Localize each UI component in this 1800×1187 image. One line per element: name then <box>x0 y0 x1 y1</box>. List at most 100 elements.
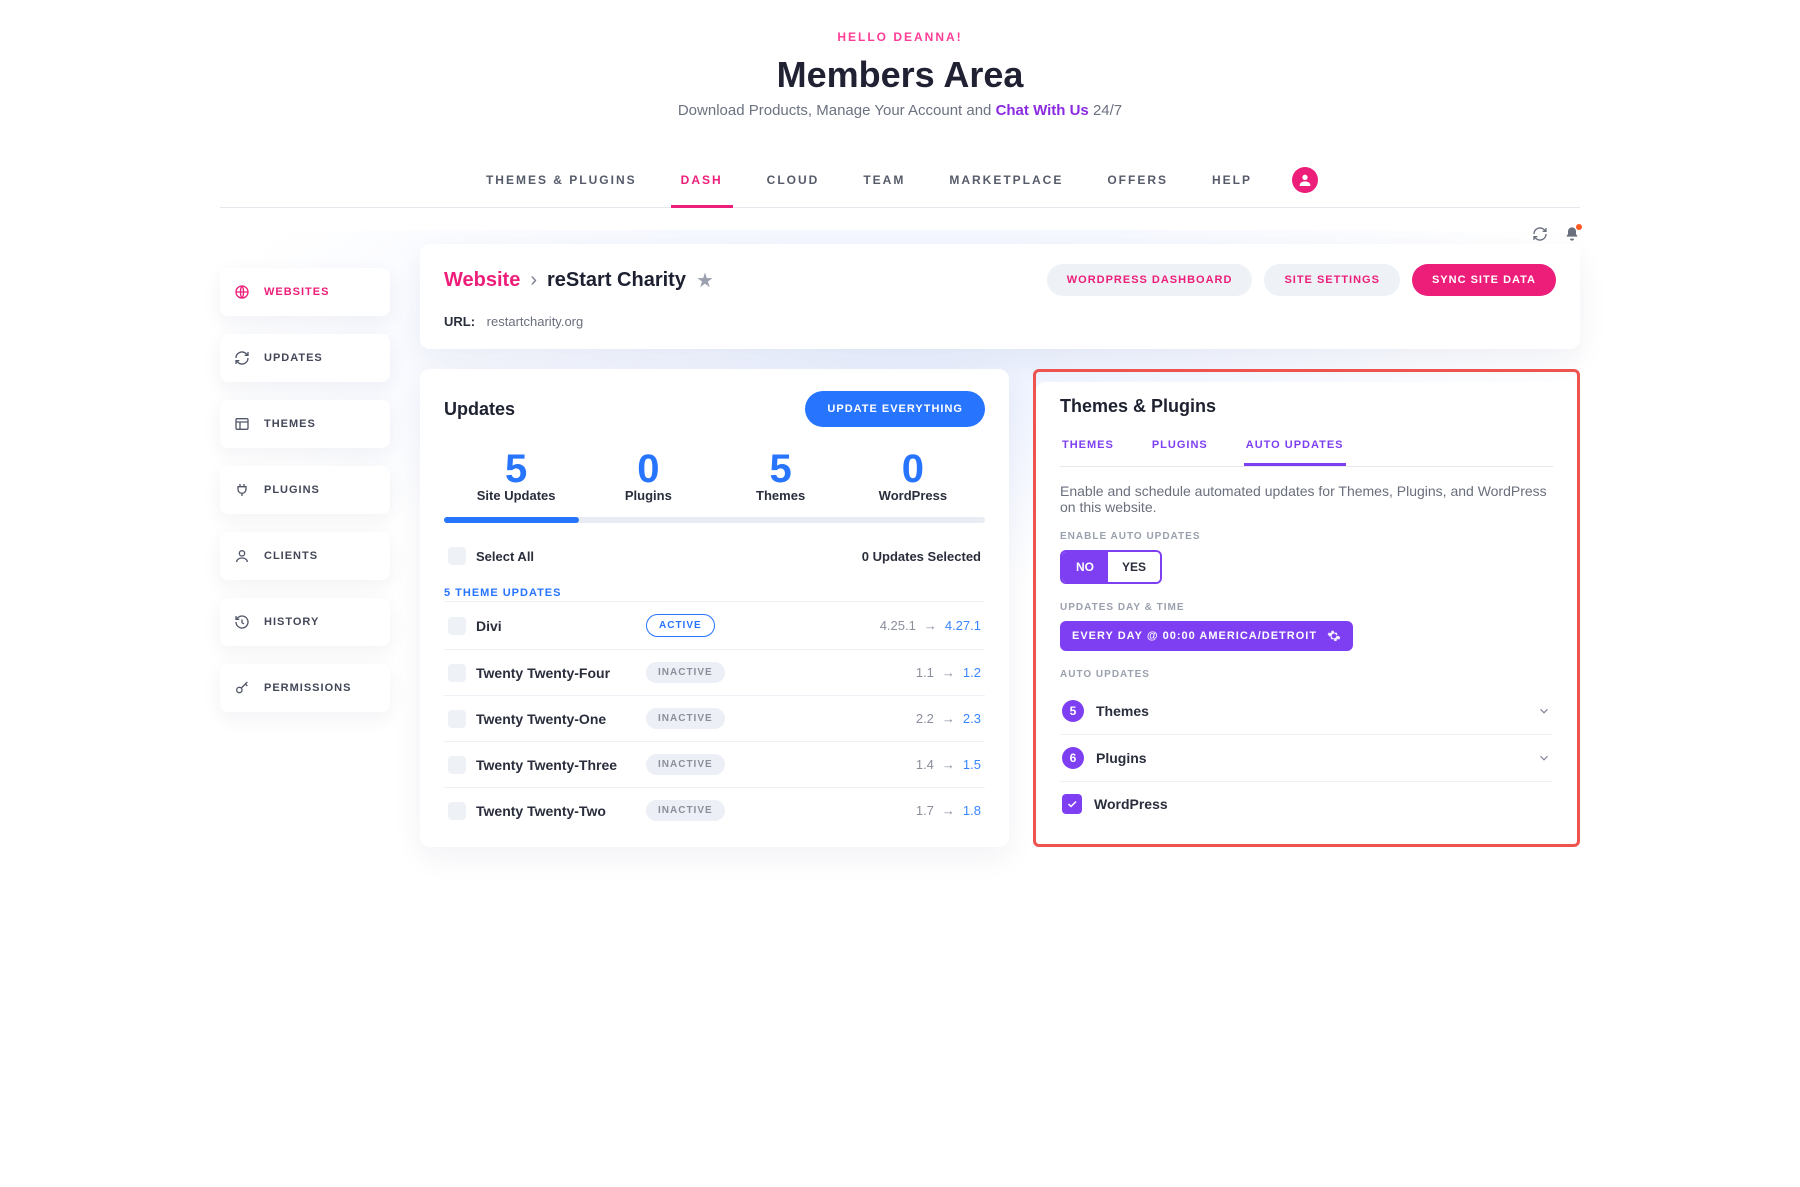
nav-cloud[interactable]: CLOUD <box>763 163 824 197</box>
theme-name: Twenty Twenty-Two <box>476 803 636 819</box>
user-icon <box>234 548 250 564</box>
version-from: 1.4 <box>916 757 934 772</box>
auto-updates-description: Enable and schedule automated updates fo… <box>1060 483 1553 515</box>
row-checkbox[interactable] <box>448 710 466 728</box>
chevron-down-icon <box>1537 704 1551 718</box>
sidebar-label: PERMISSIONS <box>264 682 351 694</box>
url-value[interactable]: restartcharity.org <box>487 314 584 329</box>
hello-user: HELLO DEANNA! <box>220 30 1580 44</box>
chat-with-us-link[interactable]: Chat With Us <box>996 102 1089 119</box>
status-badge: INACTIVE <box>646 708 725 729</box>
theme-name: Twenty Twenty-Three <box>476 757 636 773</box>
site-settings-button[interactable]: SITE SETTINGS <box>1264 264 1400 296</box>
status-badge: INACTIVE <box>646 800 725 821</box>
status-badge: INACTIVE <box>646 662 725 683</box>
breadcrumb: Website › reStart Charity ★ <box>444 268 714 293</box>
version-to[interactable]: 4.27.1 <box>945 618 981 633</box>
notifications-icon[interactable] <box>1564 226 1580 242</box>
url-label: URL: <box>444 314 475 329</box>
arrow-right-icon: → <box>942 665 955 680</box>
tab-auto-updates[interactable]: AUTO UPDATES <box>1244 427 1346 466</box>
themes-plugins-title: Themes & Plugins <box>1060 396 1553 417</box>
row-checkbox[interactable] <box>448 802 466 820</box>
updates-selected-count: 0 Updates Selected <box>862 549 981 564</box>
update-everything-button[interactable]: UPDATE EVERYTHING <box>805 391 985 427</box>
checkbox-checked-icon[interactable] <box>1062 794 1082 814</box>
nav-marketplace[interactable]: MARKETPLACE <box>945 163 1067 197</box>
metric-themes: 5Themes <box>715 447 847 503</box>
version-to[interactable]: 2.3 <box>963 711 981 726</box>
count-badge: 5 <box>1062 700 1084 722</box>
history-icon <box>234 614 250 630</box>
auto-updates-plugins-row[interactable]: 6 Plugins <box>1060 734 1553 781</box>
select-all-checkbox[interactable] <box>448 547 466 565</box>
status-badge: INACTIVE <box>646 754 725 775</box>
themes-plugins-card: Themes & Plugins THEMES PLUGINS AUTO UPD… <box>1036 382 1577 834</box>
schedule-chip[interactable]: EVERY DAY @ 00:00 AMERICA/DETROIT <box>1060 621 1353 651</box>
version-from: 1.7 <box>916 803 934 818</box>
row-checkbox[interactable] <box>448 664 466 682</box>
row-label: WordPress <box>1094 796 1168 812</box>
plug-icon <box>234 482 250 498</box>
sidebar-item-plugins[interactable]: PLUGINS <box>220 466 390 514</box>
refresh-icon[interactable] <box>1532 226 1548 242</box>
arrow-right-icon: → <box>942 711 955 726</box>
version-to[interactable]: 1.5 <box>963 757 981 772</box>
breadcrumb-website[interactable]: Website <box>444 269 520 292</box>
sidebar-item-updates[interactable]: UPDATES <box>220 334 390 382</box>
arrow-right-icon: → <box>924 618 937 633</box>
tab-plugins[interactable]: PLUGINS <box>1150 427 1210 466</box>
sidebar-label: THEMES <box>264 418 316 430</box>
star-icon[interactable]: ★ <box>696 268 714 293</box>
theme-updates-section-label: 5 THEME UPDATES <box>444 587 985 599</box>
version-to[interactable]: 1.8 <box>963 803 981 818</box>
status-badge: ACTIVE <box>646 614 715 637</box>
sync-site-data-button[interactable]: SYNC SITE DATA <box>1412 264 1556 296</box>
updates-day-time-label: UPDATES DAY & TIME <box>1060 602 1553 613</box>
subtitle-prefix: Download Products, Manage Your Account a… <box>678 102 996 119</box>
tab-themes[interactable]: THEMES <box>1060 427 1116 466</box>
nav-help[interactable]: HELP <box>1208 163 1256 197</box>
toggle-no[interactable]: NO <box>1062 552 1108 582</box>
layout-icon <box>234 416 250 432</box>
sidebar-label: WEBSITES <box>264 286 329 298</box>
nav-themes-plugins[interactable]: THEMES & PLUGINS <box>482 163 641 197</box>
select-all-label: Select All <box>476 549 534 564</box>
site-url: URL: restartcharity.org <box>444 314 1556 329</box>
updates-metrics: 5Site Updates 0Plugins 5Themes 0WordPres… <box>450 447 979 503</box>
hero: HELLO DEANNA! Members Area Download Prod… <box>220 30 1580 119</box>
refresh-icon <box>234 350 250 366</box>
version-to[interactable]: 1.2 <box>963 665 981 680</box>
sidebar-item-permissions[interactable]: PERMISSIONS <box>220 664 390 712</box>
sidebar-item-websites[interactable]: WEBSITES <box>220 268 390 316</box>
header-tools <box>1532 226 1580 242</box>
tp-tabs: THEMES PLUGINS AUTO UPDATES <box>1060 427 1553 467</box>
nav-team[interactable]: TEAM <box>859 163 909 197</box>
row-checkbox[interactable] <box>448 756 466 774</box>
wordpress-dashboard-button[interactable]: WORDPRESS DASHBOARD <box>1047 264 1253 296</box>
metric-site-updates: 5Site Updates <box>450 447 582 503</box>
globe-icon <box>234 284 250 300</box>
update-row: Twenty Twenty-One INACTIVE 2.2→2.3 <box>444 695 985 741</box>
sidebar-label: HISTORY <box>264 616 319 628</box>
sidebar-item-clients[interactable]: CLIENTS <box>220 532 390 580</box>
toggle-yes[interactable]: YES <box>1108 552 1160 582</box>
row-label: Plugins <box>1096 750 1147 766</box>
sidebar-item-themes[interactable]: THEMES <box>220 400 390 448</box>
sidebar-item-history[interactable]: HISTORY <box>220 598 390 646</box>
enable-auto-updates-toggle[interactable]: NO YES <box>1060 550 1162 584</box>
update-row: Divi ACTIVE 4.25.1→4.27.1 <box>444 601 985 649</box>
row-label: Themes <box>1096 703 1149 719</box>
key-icon <box>234 680 250 696</box>
auto-updates-themes-row[interactable]: 5 Themes <box>1060 688 1553 734</box>
avatar-icon[interactable] <box>1292 167 1318 193</box>
page-title: Members Area <box>220 54 1580 96</box>
row-checkbox[interactable] <box>448 617 466 635</box>
nav-offers[interactable]: OFFERS <box>1103 163 1172 197</box>
progress-bar <box>444 517 985 523</box>
nav-dash[interactable]: DASH <box>677 163 727 197</box>
arrow-right-icon: → <box>942 803 955 818</box>
auto-updates-wordpress-row[interactable]: WordPress <box>1060 781 1553 826</box>
auto-updates-section-label: AUTO UPDATES <box>1060 669 1553 680</box>
top-nav: THEMES & PLUGINS DASH CLOUD TEAM MARKETP… <box>220 153 1580 208</box>
